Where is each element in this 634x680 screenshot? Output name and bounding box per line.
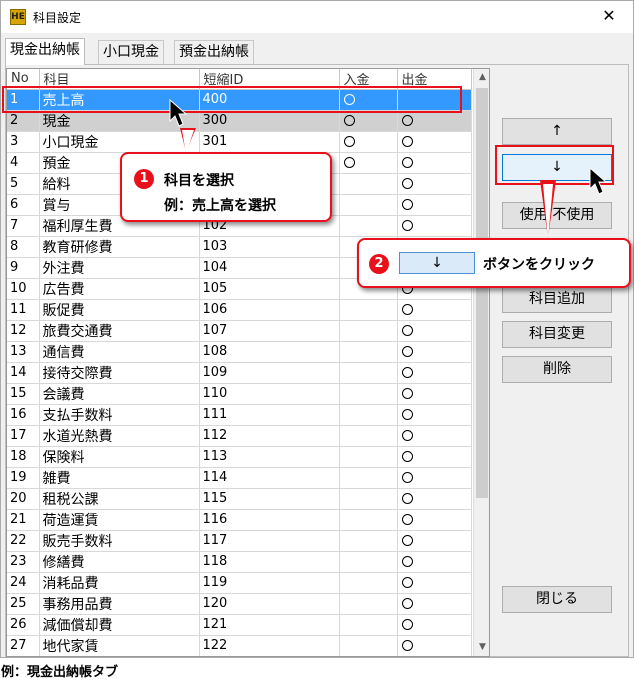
mouse-pointer-icon [169,98,188,127]
callout-pointers [169,98,608,240]
callout-1-number: 1 [134,169,154,189]
tab-cash-book[interactable]: 現金出納帳 [5,38,85,65]
callout-select-subject: 1 科目を選択 例：売上高を選択 [120,152,332,222]
callout-2-text: ボタンをクリック [483,257,595,273]
callout-2-down-button: ↓ [399,252,475,274]
figure-caption: 例：現金出納帳タブ [1,665,119,680]
callout-1-line2: 例：売上高を選択 [164,198,276,214]
callout-2-number: 2 [369,254,389,274]
mouse-pointer-icon-2 [589,166,608,195]
callout-1-line1: 科目を選択 [164,173,234,189]
callout-click-down: 2 ↓ ボタンをクリック [357,238,631,288]
